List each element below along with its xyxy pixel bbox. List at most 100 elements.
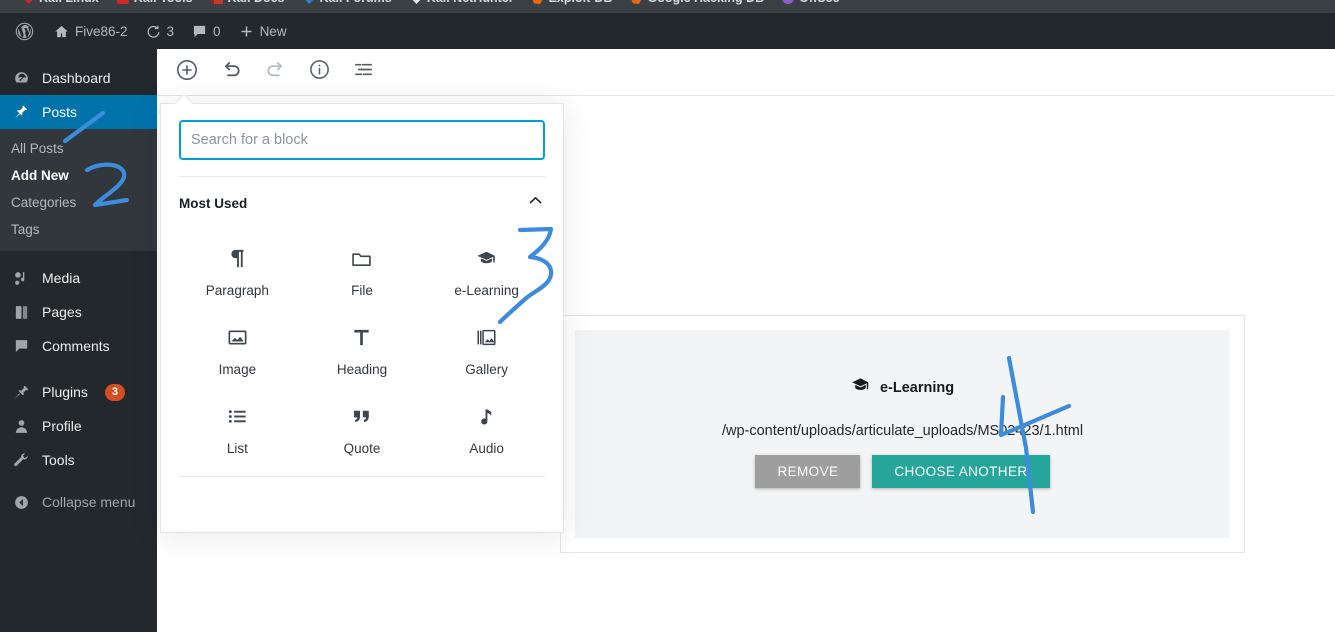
tools-icon bbox=[11, 450, 31, 470]
block-item-paragraph[interactable]: Paragraph bbox=[175, 229, 300, 308]
elearning-block[interactable]: e-Learning /wp-content/uploads/articulat… bbox=[560, 315, 1245, 553]
inserter-footer-divider bbox=[179, 476, 545, 477]
sidebar-label-pages: Pages bbox=[42, 304, 82, 320]
sidebar-label-collapse: Collapse menu bbox=[42, 494, 136, 510]
comments-menu[interactable]: 0 bbox=[183, 14, 230, 49]
redo-button[interactable] bbox=[257, 54, 293, 90]
block-item-elearning[interactable]: e-Learning bbox=[424, 229, 549, 308]
bookmark-item[interactable]: OffSec bbox=[782, 0, 839, 5]
bookmark-label: Kali Linux bbox=[39, 0, 99, 5]
bookmark-item[interactable]: Kali Linux bbox=[22, 0, 99, 5]
remove-button[interactable]: REMOVE bbox=[755, 455, 861, 488]
pilcrow-icon bbox=[226, 243, 249, 273]
elearning-title-text: e-Learning bbox=[879, 379, 955, 396]
block-label-gallery: Gallery bbox=[465, 362, 509, 377]
sidebar-label-profile: Profile bbox=[42, 418, 82, 434]
gallery-icon bbox=[475, 322, 498, 352]
block-label-elearning: e-Learning bbox=[454, 283, 519, 298]
wordpress-logo-button[interactable] bbox=[6, 14, 45, 49]
site-name-menu[interactable]: Five86-2 bbox=[45, 14, 137, 49]
bookmark-label: Kali NetHunter bbox=[427, 0, 514, 5]
editor-toolbar bbox=[157, 49, 1335, 96]
block-navigation-button[interactable] bbox=[345, 54, 381, 90]
sidebar-item-pages[interactable]: Pages bbox=[0, 295, 157, 329]
bookmark-label: OffSec bbox=[799, 0, 839, 5]
info-icon bbox=[308, 58, 331, 86]
block-item-file[interactable]: File bbox=[300, 229, 425, 308]
blue-dragon-icon bbox=[302, 0, 315, 4]
submenu-item-add-new[interactable]: Add New bbox=[0, 162, 157, 189]
audio-note-icon bbox=[475, 401, 498, 431]
search-input[interactable] bbox=[179, 120, 545, 160]
sidebar-item-media[interactable]: Media bbox=[0, 261, 157, 295]
dragon-icon bbox=[22, 0, 34, 4]
sidebar-label-comments: Comments bbox=[42, 338, 110, 354]
sidebar-item-dashboard[interactable]: Dashboard bbox=[0, 61, 157, 95]
list-icon bbox=[226, 401, 249, 431]
bookmark-item[interactable]: Kali NetHunter bbox=[409, 0, 514, 5]
plugins-update-badge: 3 bbox=[104, 383, 126, 401]
bookmark-item[interactable]: Google Hacking DB bbox=[630, 0, 764, 5]
inserter-search-wrap bbox=[161, 104, 563, 160]
most-used-panel-header[interactable]: Most Used bbox=[161, 177, 563, 221]
bookmark-item[interactable]: Exploit-DB bbox=[531, 0, 612, 5]
screen: Kali Linux Kali Tools Kali Docs Kali Forums… bbox=[0, 0, 1335, 632]
site-name-label: Five86-2 bbox=[75, 24, 128, 39]
update-icon bbox=[146, 24, 161, 39]
list-view-icon bbox=[352, 58, 375, 86]
pages-icon bbox=[11, 302, 31, 322]
quote-icon bbox=[350, 401, 373, 431]
block-type-grid: Paragraph File e-Learning Image Heading … bbox=[161, 221, 563, 466]
block-item-heading[interactable]: Heading bbox=[300, 308, 425, 387]
posts-submenu: All Posts Add New Categories Tags bbox=[0, 129, 157, 251]
sidebar-item-comments[interactable]: Comments bbox=[0, 329, 157, 363]
media-icon bbox=[11, 268, 31, 288]
elearning-placeholder: e-Learning /wp-content/uploads/articulat… bbox=[575, 330, 1230, 538]
bookmark-item[interactable]: Kali Docs bbox=[210, 0, 285, 5]
bookmark-item[interactable]: Kali Tools bbox=[116, 0, 193, 5]
sidebar-label-dashboard: Dashboard bbox=[42, 70, 111, 86]
sidebar-label-plugins: Plugins bbox=[42, 384, 88, 400]
profile-icon bbox=[11, 416, 31, 436]
graduation-cap-icon bbox=[475, 243, 498, 273]
block-label-quote: Quote bbox=[343, 441, 381, 456]
block-item-list[interactable]: List bbox=[175, 387, 300, 466]
undo-icon bbox=[220, 58, 243, 86]
block-item-quote[interactable]: Quote bbox=[300, 387, 425, 466]
browser-bookmarks-bar: Kali Linux Kali Tools Kali Docs Kali Forums… bbox=[0, 0, 1335, 14]
comments-icon bbox=[11, 336, 31, 356]
plugins-icon bbox=[11, 382, 31, 402]
new-content-menu[interactable]: New bbox=[230, 14, 296, 49]
wp-admin-bar: Five86-2 3 0 New bbox=[0, 14, 1335, 49]
graduation-cap-icon bbox=[851, 376, 870, 399]
sidebar-item-posts[interactable]: Posts bbox=[0, 95, 165, 129]
home-icon bbox=[54, 24, 69, 39]
elearning-actions: REMOVE CHOOSE ANOTHER bbox=[595, 455, 1210, 488]
new-label: New bbox=[259, 24, 287, 39]
sidebar-item-collapse-menu[interactable]: Collapse menu bbox=[0, 485, 157, 519]
updates-count: 3 bbox=[166, 24, 175, 39]
submenu-item-all-posts[interactable]: All Posts bbox=[0, 135, 157, 162]
content-info-button[interactable] bbox=[301, 54, 337, 90]
block-label-paragraph: Paragraph bbox=[205, 283, 269, 298]
submenu-item-tags[interactable]: Tags bbox=[0, 216, 157, 243]
sidebar-item-profile[interactable]: Profile bbox=[0, 409, 157, 443]
block-item-gallery[interactable]: Gallery bbox=[424, 308, 549, 387]
sidebar-item-tools[interactable]: Tools bbox=[0, 443, 157, 477]
folder-icon bbox=[350, 243, 373, 273]
bookmark-item[interactable]: Kali Forums bbox=[302, 0, 392, 5]
white-dragon-icon bbox=[409, 0, 422, 4]
submenu-item-categories[interactable]: Categories bbox=[0, 189, 157, 216]
updates-menu[interactable]: 3 bbox=[137, 14, 184, 49]
chevron-up-icon[interactable] bbox=[526, 191, 545, 215]
block-label-heading: Heading bbox=[336, 362, 388, 377]
undo-button[interactable] bbox=[213, 54, 249, 90]
sidebar-item-plugins[interactable]: Plugins 3 bbox=[0, 375, 157, 409]
block-item-audio[interactable]: Audio bbox=[424, 387, 549, 466]
book-icon bbox=[210, 0, 223, 4]
elearning-file-path: /wp-content/uploads/articulate_uploads/M… bbox=[721, 423, 1084, 439]
bookmark-label: Kali Tools bbox=[134, 0, 193, 5]
block-item-image[interactable]: Image bbox=[175, 308, 300, 387]
choose-another-button[interactable]: CHOOSE ANOTHER bbox=[872, 455, 1050, 488]
add-block-button[interactable] bbox=[169, 54, 205, 90]
